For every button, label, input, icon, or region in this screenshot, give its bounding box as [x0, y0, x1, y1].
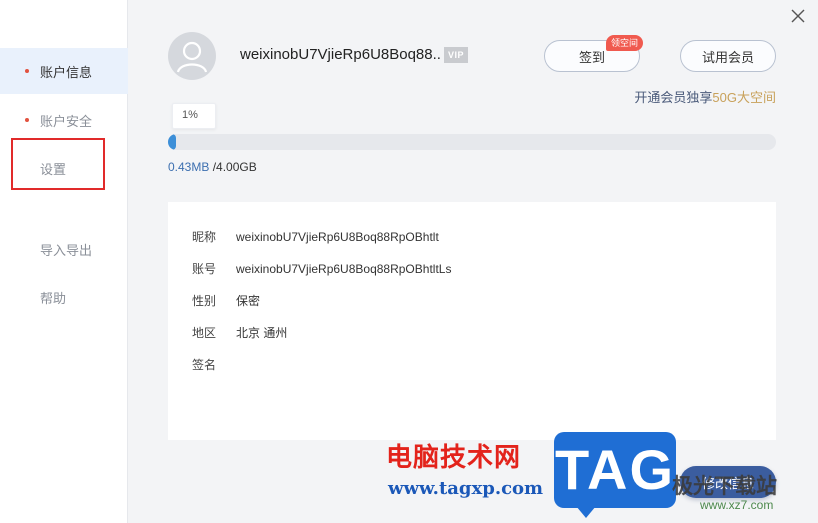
close-icon [791, 9, 805, 23]
storage-usage: 0.43MB /4.00GB [168, 160, 257, 174]
storage-total: /4.00GB [212, 160, 257, 174]
annotation-highlight-box [11, 138, 105, 190]
storage-progress-bar [168, 134, 776, 150]
nickname-label: 昵称 [192, 230, 217, 244]
sidebar: 账户信息 账户安全 设置 导入导出 帮助 [0, 0, 128, 523]
info-row-nickname: 昵称 weixinobU7VjieRp6U8Boq88RpOBhtlt [192, 228, 439, 245]
watermark-site-name: 电脑技术网 [386, 443, 522, 473]
user-avatar-icon [176, 41, 208, 73]
signature-label: 签名 [192, 358, 217, 372]
watermark-xz-name: 极光下载站 [672, 475, 777, 498]
claim-space-badge: 领空间 [606, 35, 644, 51]
promo-highlight: 50G大空间 [712, 90, 776, 105]
promo-text: 开通会员独享 [634, 90, 713, 105]
region-label: 地区 [192, 326, 217, 340]
vip-badge: VIP [444, 47, 468, 63]
close-button[interactable] [788, 6, 808, 26]
active-dot-icon [25, 69, 29, 73]
watermark-xz-url: www.xz7.com [700, 498, 774, 512]
profile-info-card: 昵称 weixinobU7VjieRp6U8Boq88RpOBhtlt 账号 wei… [168, 202, 776, 440]
info-row-account: 账号 weixinobU7VjieRp6U8Boq88RpOBhtltLs [192, 260, 451, 277]
info-row-signature: 签名 [192, 356, 236, 373]
nickname-value: weixinobU7VjieRp6U8Boq88RpOBhtlt [236, 230, 439, 244]
sidebar-item-label: 帮助 [40, 290, 67, 306]
trial-membership-button[interactable]: 试用会员 [680, 40, 776, 72]
watermark-tag-logo: TAG [554, 432, 676, 518]
sidebar-item-label: 账户安全 [40, 113, 93, 129]
region-value: 北京 通州 [236, 326, 288, 340]
storage-used: 0.43MB [168, 160, 210, 174]
membership-promo[interactable]: 开通会员独享50G大空间 [634, 87, 776, 106]
account-value: weixinobU7VjieRp6U8Boq88RpOBhtltLs [236, 262, 452, 276]
storage-percent-tooltip: 1% [172, 103, 216, 129]
sidebar-item-label: 导入导出 [40, 242, 93, 258]
sidebar-item-help[interactable]: 帮助 [0, 274, 128, 320]
account-label: 账号 [192, 262, 217, 276]
sidebar-item-import-export[interactable]: 导入导出 [0, 226, 128, 272]
info-row-region: 地区 北京 通州 [192, 324, 287, 341]
gender-value: 保密 [236, 294, 261, 308]
gender-label: 性别 [192, 294, 217, 308]
sidebar-item-account-info[interactable]: 账户信息 [0, 48, 128, 94]
username: weixinobU7VjieRp6U8Boq88.. [240, 46, 441, 63]
sidebar-item-label: 账户信息 [40, 64, 93, 80]
storage-progress-fill [168, 134, 176, 150]
avatar[interactable] [168, 32, 216, 80]
info-row-gender: 性别 保密 [192, 292, 260, 309]
sidebar-item-account-security[interactable]: 账户安全 [0, 97, 128, 143]
alert-dot-icon [25, 118, 29, 122]
watermark-site-url: www.tagxp.com [388, 478, 544, 499]
